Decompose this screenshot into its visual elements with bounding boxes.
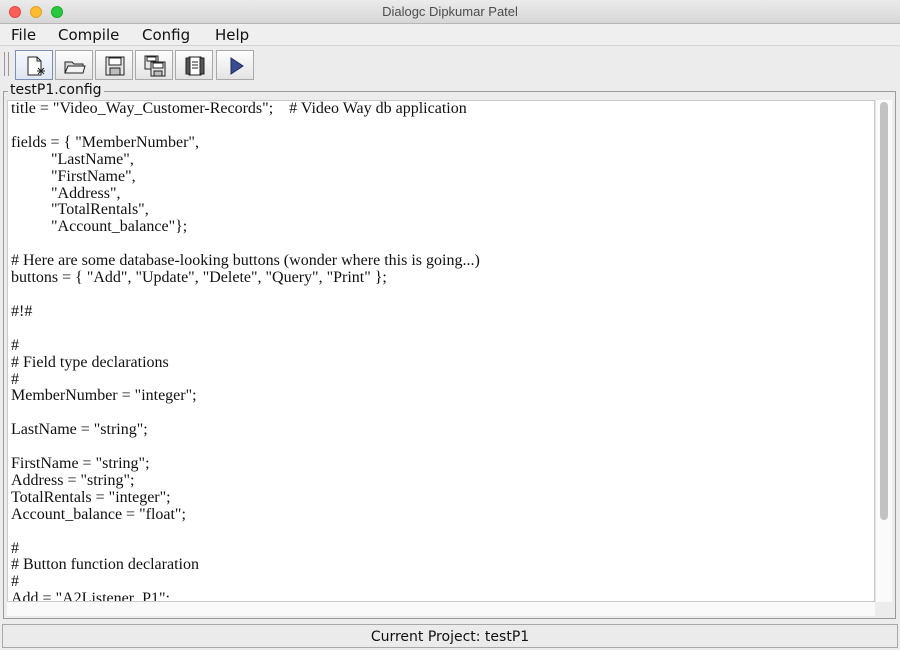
menu-file[interactable]: File xyxy=(11,26,36,44)
code-line: buttons = { "Add", "Update", "Delete", "… xyxy=(11,269,387,287)
save-button[interactable] xyxy=(95,50,133,80)
run-button[interactable] xyxy=(216,50,254,80)
new-file-icon xyxy=(27,56,45,76)
menu-bar: File Compile Config Help xyxy=(0,24,900,46)
code-line: "Address", xyxy=(11,184,121,202)
code-line: # xyxy=(11,370,19,388)
code-line: FirstName = "string"; xyxy=(11,455,150,473)
compile-button[interactable] xyxy=(175,50,213,80)
open-folder-icon xyxy=(64,61,86,74)
new-file-button[interactable] xyxy=(15,50,53,80)
status-bar: Current Project: testP1 xyxy=(2,624,898,648)
save-as-button[interactable] xyxy=(135,50,173,80)
save-icon xyxy=(105,56,125,76)
menu-help[interactable]: Help xyxy=(215,26,249,44)
code-line: "FirstName", xyxy=(11,167,136,185)
horizontal-scrollbar[interactable] xyxy=(7,602,875,616)
code-line: Add = "A2Listener_P1"; xyxy=(11,590,170,602)
menu-compile[interactable]: Compile xyxy=(58,26,119,44)
editor-content[interactable]: title = "Video_Way_Customer-Records"; # … xyxy=(8,100,874,602)
code-line: Address = "string"; xyxy=(11,471,135,489)
open-button[interactable] xyxy=(55,50,93,80)
menu-config[interactable]: Config xyxy=(142,26,190,44)
file-tab-label: testP1.config xyxy=(8,81,104,99)
run-icon xyxy=(230,57,244,75)
code-line: LastName = "string"; xyxy=(11,421,148,439)
vertical-scrollbar[interactable] xyxy=(875,100,892,602)
code-line: "Account_balance"}; xyxy=(11,218,188,236)
code-line: Account_balance = "float"; xyxy=(11,505,186,523)
window-title: Dialogc Dipkumar Patel xyxy=(382,4,518,19)
code-line: # Button function declaration xyxy=(11,556,199,574)
vertical-scrollbar-thumb[interactable] xyxy=(880,102,888,520)
toolbar xyxy=(0,46,900,82)
code-line: # xyxy=(11,336,19,354)
code-line: "LastName", xyxy=(11,150,134,168)
code-line: # Here are some database-looking buttons… xyxy=(11,252,480,270)
code-line: # xyxy=(11,573,19,591)
code-line: # Field type declarations xyxy=(11,353,169,371)
config-text-editor[interactable]: title = "Video_Way_Customer-Records"; # … xyxy=(7,100,875,602)
code-line: title = "Video_Way_Customer-Records"; # … xyxy=(11,100,467,117)
status-text: Current Project: testP1 xyxy=(370,629,530,645)
code-line: #!# xyxy=(11,302,33,320)
code-line: fields = { "MemberNumber", xyxy=(11,133,199,151)
save-as-icon xyxy=(144,55,166,77)
code-line: # xyxy=(11,539,19,557)
toolbar-grip[interactable] xyxy=(4,52,9,76)
title-bar: Dialogc Dipkumar Patel xyxy=(0,0,900,24)
code-line: MemberNumber = "integer"; xyxy=(11,387,197,405)
compile-icon xyxy=(185,56,205,76)
code-line: "TotalRentals", xyxy=(11,201,149,219)
code-line: TotalRentals = "integer"; xyxy=(11,488,171,506)
